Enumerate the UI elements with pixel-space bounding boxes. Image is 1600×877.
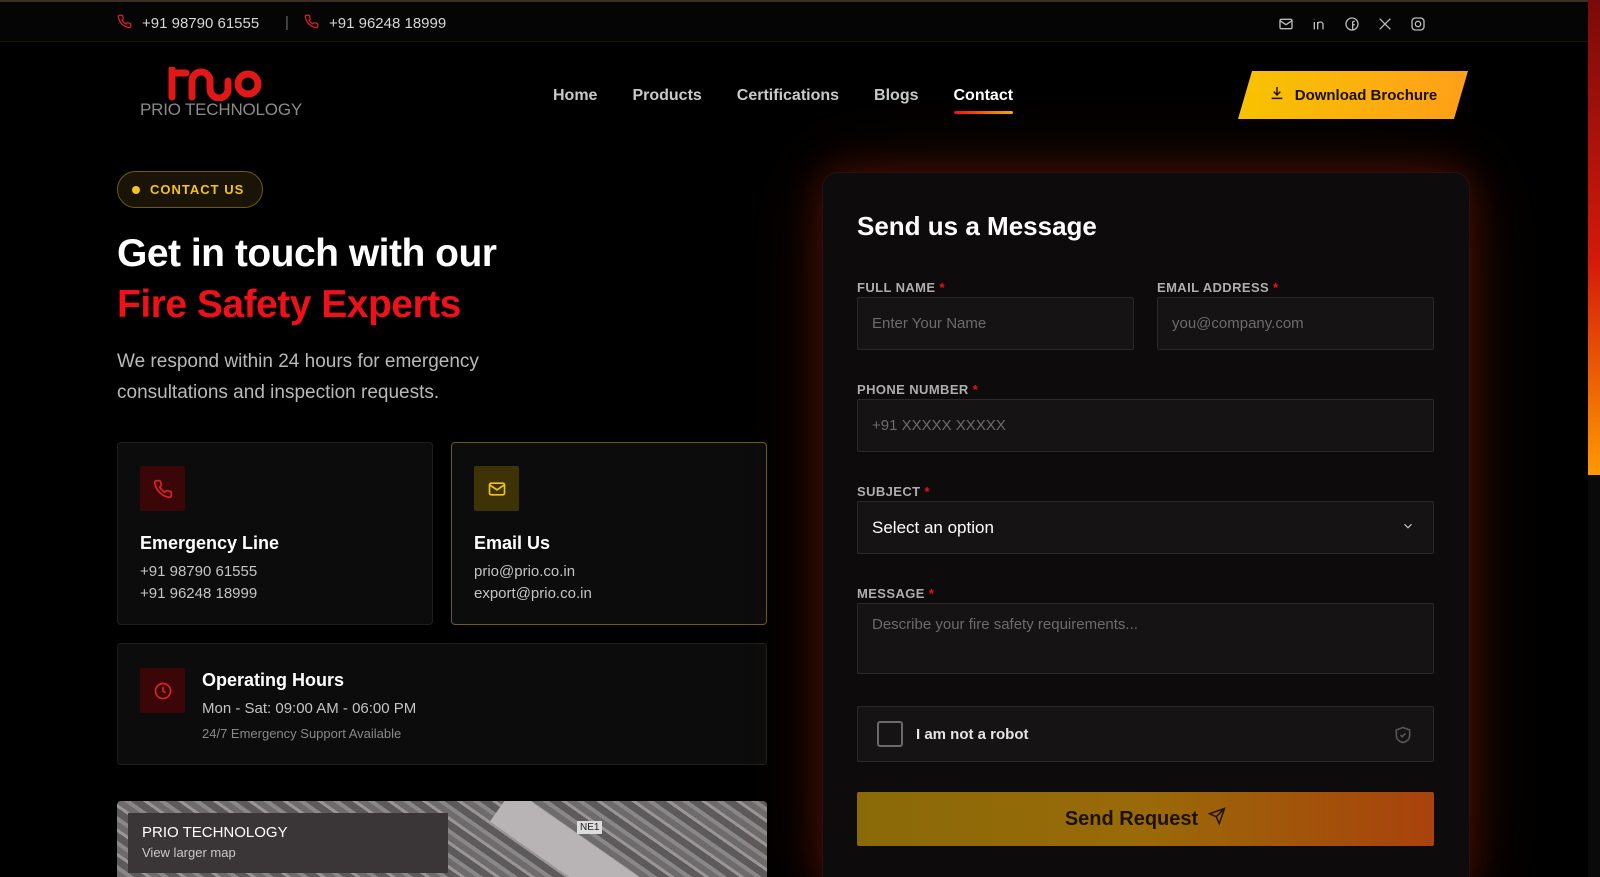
nav-item-products[interactable]: Products <box>632 87 701 105</box>
facebook-icon[interactable] <box>1343 15 1360 32</box>
message-label: MESSAGE * <box>857 586 934 601</box>
nav-item-contact[interactable]: Contact <box>953 87 1013 114</box>
nav-item-home[interactable]: Home <box>553 87 597 105</box>
subject-select[interactable]: Select an option <box>857 501 1434 554</box>
operating-hours-schedule: Mon - Sat: 09:00 AM - 06:00 PM <box>202 700 417 717</box>
instagram-icon[interactable] <box>1409 15 1426 32</box>
download-brochure-button[interactable]: Download Brochure <box>1238 71 1468 119</box>
mail-icon <box>474 466 519 511</box>
x-icon[interactable] <box>1376 15 1393 32</box>
top-phone-1-text: +91 98790 61555 <box>142 15 260 32</box>
map-road <box>489 801 645 877</box>
contact-badge-text: CONTACT US <box>150 182 245 197</box>
lead-text: We respond within 24 hours for emergency… <box>117 351 479 403</box>
emergency-line-card: Emergency Line +91 98790 61555 +91 96248… <box>117 442 433 625</box>
social-links <box>1277 15 1426 32</box>
top-phone-2[interactable]: +91 96248 18999 <box>304 14 446 33</box>
form-title: Send us a Message <box>857 211 1097 241</box>
shield-icon <box>1395 726 1411 744</box>
badge-dot <box>132 185 140 194</box>
operating-hours-card: Operating Hours Mon - Sat: 09:00 AM - 06… <box>117 643 767 765</box>
logo-mark <box>168 67 262 101</box>
captcha-checkbox[interactable] <box>877 721 903 747</box>
top-separator: | <box>285 14 289 31</box>
nav-item-blogs[interactable]: Blogs <box>874 87 918 105</box>
email-address-1[interactable]: prio@prio.co.in <box>474 563 575 580</box>
phone-icon <box>140 466 185 511</box>
emergency-line-title: Emergency Line <box>140 533 280 553</box>
emergency-phone-1[interactable]: +91 98790 61555 <box>140 563 257 580</box>
subject-label: SUBJECT * <box>857 484 930 499</box>
top-bar: +91 98790 61555 | +91 96248 18999 <box>0 0 1588 42</box>
subject-selected-value: Select an option <box>872 517 994 537</box>
scrollbar-thumb[interactable] <box>1588 0 1600 475</box>
required-mark: * <box>939 280 945 295</box>
download-brochure-label: Download Brochure <box>1294 86 1438 104</box>
phone-icon <box>304 14 319 33</box>
page-title: Get in touch with our Fire Safety Expert… <box>117 228 497 330</box>
emergency-phone-2[interactable]: +91 96248 18999 <box>140 585 257 602</box>
phone-label-text: PHONE NUMBER <box>857 382 969 397</box>
map-road-tag: NE1 <box>577 821 603 834</box>
email-input[interactable]: you@company.com <box>1157 297 1434 350</box>
nav-item-certifications[interactable]: Certifications <box>737 87 839 105</box>
logo-text: PRIO TECHNOLOGY <box>140 100 302 119</box>
required-mark: * <box>924 484 930 499</box>
message-textarea[interactable]: Describe your fire safety requirements..… <box>857 603 1434 674</box>
main-nav: PRIO TECHNOLOGY Home Products Certificat… <box>0 43 1588 135</box>
full-name-label-text: FULL NAME <box>857 280 936 295</box>
scrollbar[interactable] <box>1588 0 1600 877</box>
headline-line-1: Get in touch with our <box>117 232 497 275</box>
headline-line-2: Fire Safety Experts <box>117 283 461 326</box>
logo[interactable]: PRIO TECHNOLOGY <box>140 67 302 123</box>
send-request-label: Send Request <box>1064 807 1199 830</box>
map-info-box: PRIO TECHNOLOGY View larger map <box>128 813 448 873</box>
full-name-input[interactable]: Enter Your Name <box>857 297 1134 350</box>
full-name-label: FULL NAME * <box>857 280 945 295</box>
captcha-widget: I am not a robot <box>857 706 1434 762</box>
phone-input[interactable]: +91 XXXXX XXXXX <box>857 399 1434 452</box>
email-label-text: EMAIL ADDRESS <box>1157 280 1270 295</box>
clock-icon <box>140 668 185 713</box>
nav-menu: Home Products Certifications Blogs Conta… <box>553 87 1013 114</box>
top-phone-1[interactable]: +91 98790 61555 <box>117 14 259 33</box>
phone-label: PHONE NUMBER * <box>857 382 978 397</box>
email-card: Email Us prio@prio.co.in export@prio.co.… <box>451 442 767 625</box>
captcha-label: I am not a robot <box>916 726 1029 743</box>
contact-badge: CONTACT US <box>117 171 264 208</box>
location-map[interactable]: NE1 PRIO TECHNOLOGY View larger map <box>117 801 767 877</box>
chevron-down-icon <box>1401 518 1415 538</box>
phone-icon <box>117 14 132 33</box>
download-icon <box>1269 85 1285 105</box>
required-mark: * <box>1273 280 1279 295</box>
message-label-text: MESSAGE <box>857 586 925 601</box>
send-icon <box>1207 807 1226 831</box>
email-address-2[interactable]: export@prio.co.in <box>474 585 592 602</box>
map-place-name: PRIO TECHNOLOGY <box>142 824 288 841</box>
mail-icon[interactable] <box>1277 15 1294 32</box>
email-title: Email Us <box>474 533 551 553</box>
required-mark: * <box>928 586 935 601</box>
operating-hours-title: Operating Hours <box>202 670 345 690</box>
email-label: EMAIL ADDRESS * <box>1157 280 1279 295</box>
required-mark: * <box>972 382 979 397</box>
top-phone-2-text: +91 96248 18999 <box>329 15 447 32</box>
contact-form: Send us a Message FULL NAME * Enter Your… <box>822 172 1470 877</box>
view-larger-map-link[interactable]: View larger map <box>142 845 434 860</box>
operating-hours-note: 24/7 Emergency Support Available <box>202 726 402 741</box>
subject-label-text: SUBJECT <box>857 484 921 499</box>
linkedin-icon[interactable] <box>1310 15 1327 32</box>
send-request-button[interactable]: Send Request <box>857 792 1434 846</box>
